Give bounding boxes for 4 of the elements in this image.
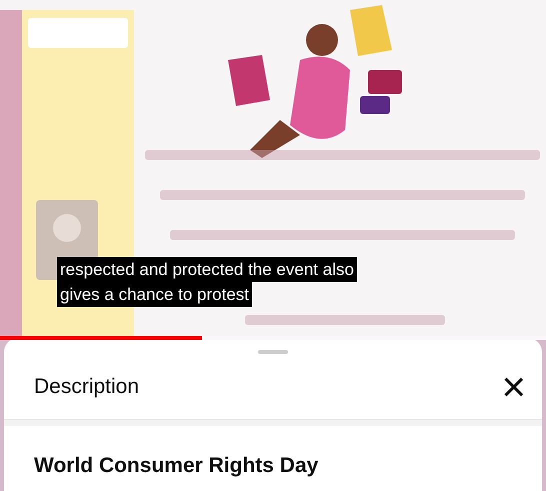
sheet-title: Description (34, 374, 140, 400)
drag-handle[interactable] (258, 350, 288, 354)
close-button[interactable]: × (497, 366, 530, 408)
description-heading: World Consumer Rights Day (34, 454, 318, 477)
